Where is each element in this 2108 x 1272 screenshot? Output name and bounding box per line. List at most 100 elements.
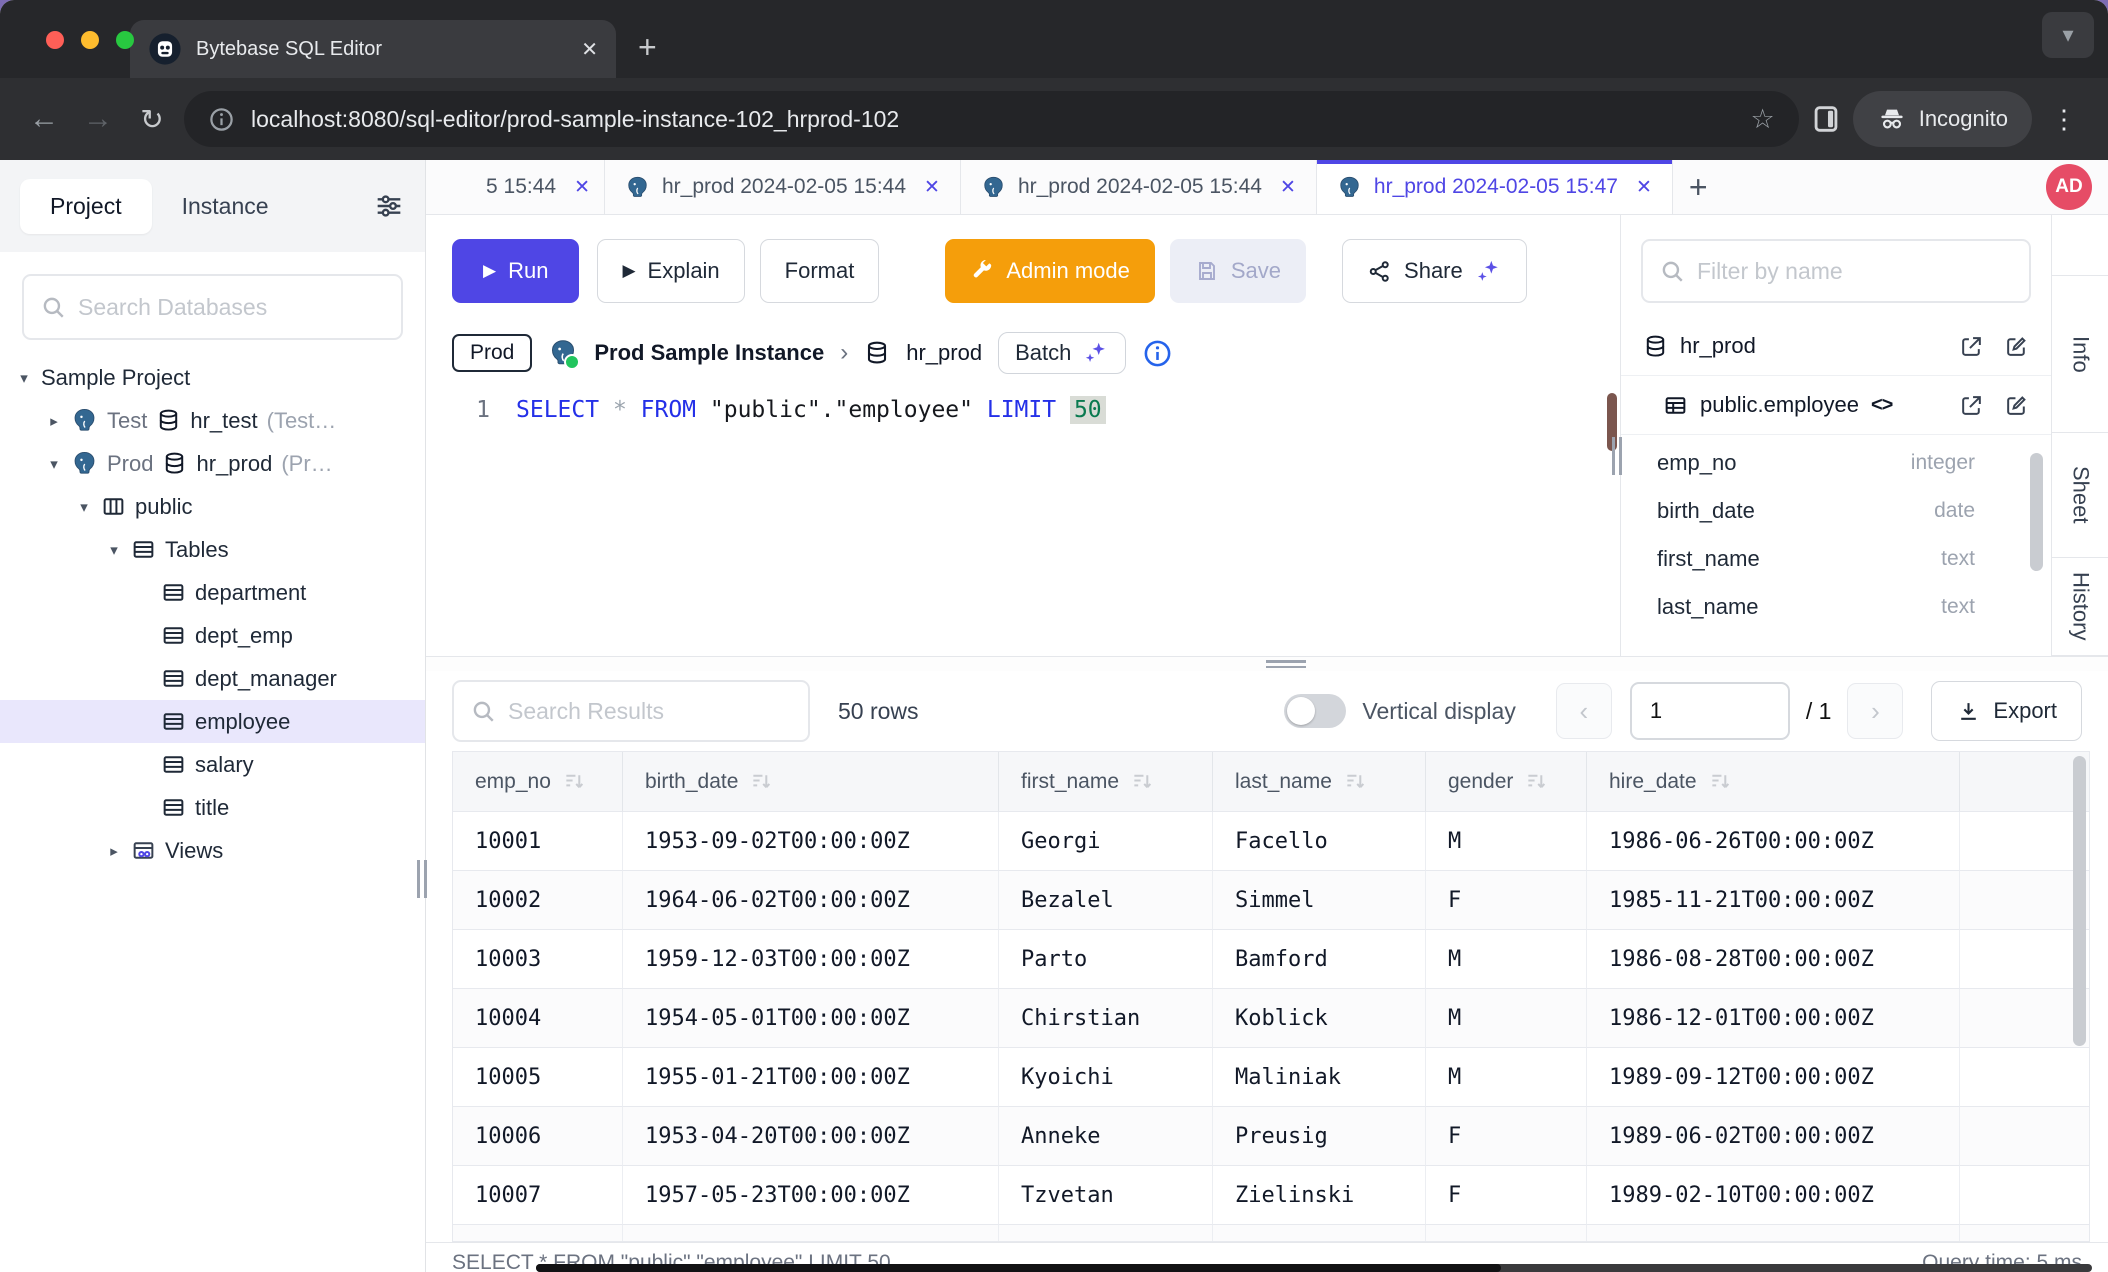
tab-project[interactable]: Project bbox=[20, 179, 152, 234]
table-cell[interactable]: 1985-11-21T00:00:00Z bbox=[1587, 871, 1960, 930]
table-cell[interactable]: Facello bbox=[1213, 812, 1426, 871]
schema-filter-input[interactable]: Filter by name bbox=[1641, 239, 2031, 303]
browser-tab[interactable]: Bytebase SQL Editor ✕ bbox=[130, 20, 616, 78]
table-cell[interactable]: 10001 bbox=[453, 812, 623, 871]
database-search-input[interactable]: Search Databases bbox=[22, 274, 403, 340]
horizontal-scrollbar[interactable] bbox=[536, 1264, 2092, 1272]
header-cell-hire_date[interactable]: hire_date bbox=[1587, 752, 1960, 812]
caret-down-icon[interactable]: ▾ bbox=[106, 541, 122, 559]
close-tab-icon[interactable]: ✕ bbox=[581, 37, 598, 62]
table-cell[interactable]: 1986-06-26T00:00:00Z bbox=[1587, 812, 1960, 871]
table-cell[interactable]: Kyoichi bbox=[999, 1048, 1213, 1107]
prev-page-button[interactable]: ‹ bbox=[1556, 683, 1612, 739]
header-cell-first_name[interactable]: first_name bbox=[999, 752, 1213, 812]
table-cell[interactable]: M bbox=[1426, 1048, 1587, 1107]
results-search-input[interactable]: Search Results bbox=[452, 680, 810, 742]
batch-mode-button[interactable]: Batch bbox=[998, 332, 1126, 374]
table-cell[interactable]: 10007 bbox=[453, 1166, 623, 1225]
table-cell[interactable]: Georgi bbox=[999, 812, 1213, 871]
table-cell[interactable]: Bamford bbox=[1213, 930, 1426, 989]
bookmark-star-icon[interactable]: ☆ bbox=[1750, 104, 1774, 135]
table-cell[interactable]: 1986-12-01T00:00:00Z bbox=[1587, 989, 1960, 1048]
share-button[interactable]: Share bbox=[1342, 239, 1527, 303]
table-cell[interactable]: 1964-06-02T00:00:00Z bbox=[623, 871, 999, 930]
next-page-button[interactable]: › bbox=[1847, 683, 1903, 739]
table-cell[interactable]: Zielinski bbox=[1213, 1166, 1426, 1225]
table-cell[interactable]: 10005 bbox=[453, 1048, 623, 1107]
edit-icon[interactable] bbox=[2004, 334, 2029, 359]
horizontal-scrollbar-thumb[interactable] bbox=[536, 1264, 1501, 1272]
table-cell[interactable]: 1955-01-21T00:00:00Z bbox=[623, 1048, 999, 1107]
table-cell[interactable]: 1989-06-02T00:00:00Z bbox=[1587, 1107, 1960, 1166]
explain-button[interactable]: ▶ Explain bbox=[597, 239, 744, 303]
close-window-button[interactable] bbox=[46, 31, 64, 49]
header-cell-gender[interactable]: gender bbox=[1426, 752, 1587, 812]
header-cell-birth_date[interactable]: birth_date bbox=[623, 752, 999, 812]
external-link-icon[interactable] bbox=[1959, 334, 1984, 359]
tab-search-button[interactable]: ▾ bbox=[2042, 12, 2094, 58]
worksheet-tab[interactable]: hr_prod 2024-02-05 15:47✕ bbox=[1317, 160, 1673, 214]
back-icon[interactable]: ← bbox=[22, 102, 66, 136]
save-button[interactable]: Save bbox=[1170, 239, 1306, 303]
table-cell[interactable]: Bezalel bbox=[999, 871, 1213, 930]
run-button[interactable]: ▶ Run bbox=[452, 239, 579, 303]
table-cell[interactable]: M bbox=[1426, 812, 1587, 871]
side-tab-history[interactable]: History bbox=[2052, 557, 2108, 656]
splitter-grip[interactable] bbox=[1266, 660, 1306, 668]
sort-icon[interactable] bbox=[1344, 770, 1367, 793]
site-info-icon[interactable] bbox=[208, 106, 235, 133]
column-list-scrollbar-thumb[interactable] bbox=[2030, 453, 2043, 571]
tree-item-hr-test[interactable]: ▸Testhr_test(Test… bbox=[0, 399, 425, 442]
table-cell[interactable]: 1989-09-12T00:00:00Z bbox=[1587, 1048, 1960, 1107]
table-cell[interactable]: 1959-12-03T00:00:00Z bbox=[623, 930, 999, 989]
close-worksheet-icon[interactable]: ✕ bbox=[1280, 176, 1296, 199]
admin-mode-button[interactable]: Admin mode bbox=[945, 239, 1155, 303]
browser-menu-icon[interactable]: ⋮ bbox=[2042, 104, 2086, 135]
forward-icon[interactable]: → bbox=[76, 102, 120, 136]
tree-item-department[interactable]: department bbox=[0, 571, 425, 614]
tree-item-hr-prod[interactable]: ▾Prodhr_prod(Pr… bbox=[0, 442, 425, 485]
worksheet-tab[interactable]: hr_prod 2024-02-05 15:44✕ bbox=[961, 160, 1317, 214]
info-icon[interactable] bbox=[1142, 338, 1173, 369]
table-cell[interactable]: F bbox=[1426, 1166, 1587, 1225]
caret-down-icon[interactable]: ▾ bbox=[16, 369, 32, 387]
table-cell[interactable]: F bbox=[1426, 1107, 1587, 1166]
table-cell[interactable]: Simmel bbox=[1213, 871, 1426, 930]
sort-icon[interactable] bbox=[1525, 770, 1548, 793]
side-tab-sheet[interactable]: Sheet bbox=[2052, 432, 2108, 557]
table-cell[interactable]: 1986-08-28T00:00:00Z bbox=[1587, 930, 1960, 989]
export-button[interactable]: Export bbox=[1931, 681, 2082, 741]
url-text[interactable]: localhost:8080/sql-editor/prod-sample-in… bbox=[251, 106, 1734, 133]
tree-item-employee[interactable]: employee bbox=[0, 700, 425, 743]
sort-icon[interactable] bbox=[750, 770, 773, 793]
horizontal-splitter[interactable] bbox=[426, 656, 2108, 671]
vertical-display-toggle[interactable] bbox=[1284, 694, 1346, 728]
format-button[interactable]: Format bbox=[760, 239, 880, 303]
close-worksheet-icon[interactable]: ✕ bbox=[924, 176, 940, 199]
table-cell[interactable]: Tzvetan bbox=[999, 1166, 1213, 1225]
side-panel-icon[interactable] bbox=[1809, 102, 1843, 136]
instance-name[interactable]: Prod Sample Instance bbox=[594, 340, 824, 366]
maximize-window-button[interactable] bbox=[116, 31, 134, 49]
caret-right-icon[interactable]: ▸ bbox=[106, 842, 122, 860]
table-cell[interactable]: 1954-05-01T00:00:00Z bbox=[623, 989, 999, 1048]
sql-editor[interactable]: 1 SELECT * FROM "public"."employee" LIMI… bbox=[426, 385, 1620, 656]
minimize-window-button[interactable] bbox=[81, 31, 99, 49]
sort-icon[interactable] bbox=[563, 770, 586, 793]
sort-icon[interactable] bbox=[1131, 770, 1154, 793]
tab-instance[interactable]: Instance bbox=[152, 179, 299, 234]
window-controls[interactable] bbox=[46, 31, 134, 49]
tree-item-salary[interactable]: salary bbox=[0, 743, 425, 786]
table-cell[interactable]: Parto bbox=[999, 930, 1213, 989]
worksheet-tab[interactable]: 5 15:44✕ bbox=[426, 160, 605, 214]
caret-right-icon[interactable]: ▸ bbox=[46, 412, 62, 430]
table-cell[interactable]: M bbox=[1426, 989, 1587, 1048]
table-cell[interactable]: Anneke bbox=[999, 1107, 1213, 1166]
table-cell[interactable]: Chirstian bbox=[999, 989, 1213, 1048]
page-number-input[interactable] bbox=[1630, 682, 1790, 740]
table-cell[interactable]: Preusig bbox=[1213, 1107, 1426, 1166]
caret-down-icon[interactable]: ▾ bbox=[76, 498, 92, 516]
tree-item-title[interactable]: title bbox=[0, 786, 425, 829]
tree-item-sample-project[interactable]: ▾Sample Project bbox=[0, 356, 425, 399]
tree-item-public[interactable]: ▾public bbox=[0, 485, 425, 528]
